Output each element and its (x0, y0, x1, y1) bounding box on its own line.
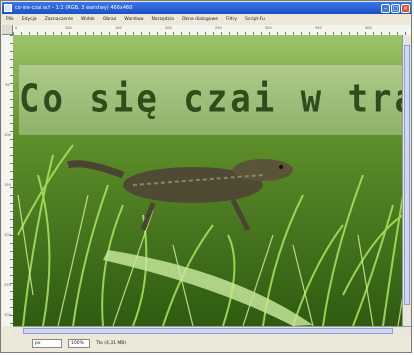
menu-tools[interactable]: Narzędzia (148, 17, 178, 22)
ruler-label: 400 (365, 26, 372, 30)
image-canvas[interactable]: Co się czai w trawie? (13, 35, 411, 326)
horizontal-scroll-thumb[interactable] (23, 328, 393, 334)
menu-bar: Plik Edycja Zaznaczenie Widok Obraz Wars… (2, 14, 411, 24)
menu-layer[interactable]: Warstwa (120, 17, 147, 22)
close-button[interactable]: × (401, 3, 410, 13)
unit-select[interactable]: px (32, 339, 62, 348)
vertical-scrollbar[interactable] (402, 35, 411, 326)
menu-dialogs[interactable]: Okna dialogowe (178, 17, 222, 22)
photo-caption: Co się czai w trawie? (19, 76, 411, 122)
status-info: Tło (4,31 MB) (96, 341, 127, 346)
image-window: co-sie-czai.w.f – 1:1 (RGB, 3 warstwy) 4… (0, 0, 412, 353)
maximize-button[interactable]: □ (391, 3, 400, 13)
horizontal-scrollbar[interactable] (13, 326, 411, 335)
ruler-label: 200 (165, 26, 172, 30)
vertical-scroll-thumb[interactable] (404, 45, 410, 305)
app-icon (4, 4, 12, 12)
menu-select[interactable]: Zaznaczenie (41, 17, 77, 22)
status-bar: px 100% Tło (4,31 MB) (2, 335, 411, 352)
menu-script-fu[interactable]: Script-Fu (241, 17, 269, 22)
window-title: co-sie-czai.w.f – 1:1 (RGB, 3 warstwy) 4… (15, 5, 133, 11)
ruler-label: 350 (315, 26, 322, 30)
zoom-select[interactable]: 100% (68, 339, 90, 348)
menu-edit[interactable]: Edycja (18, 17, 41, 22)
menu-filters[interactable]: Filtry (222, 17, 241, 22)
ruler-corner[interactable] (2, 25, 13, 35)
ruler-label: 0 (15, 26, 18, 30)
ruler-label: 250 (215, 26, 222, 30)
menu-view[interactable]: Widok (77, 17, 99, 22)
menu-file[interactable]: Plik (2, 17, 18, 22)
ruler-label: 100 (65, 26, 72, 30)
minimize-button[interactable]: – (381, 3, 390, 13)
menu-image[interactable]: Obraz (99, 17, 120, 22)
title-bar[interactable]: co-sie-czai.w.f – 1:1 (RGB, 3 warstwy) 4… (2, 2, 411, 14)
ruler-label: 300 (265, 26, 272, 30)
ruler-label: 150 (115, 26, 122, 30)
